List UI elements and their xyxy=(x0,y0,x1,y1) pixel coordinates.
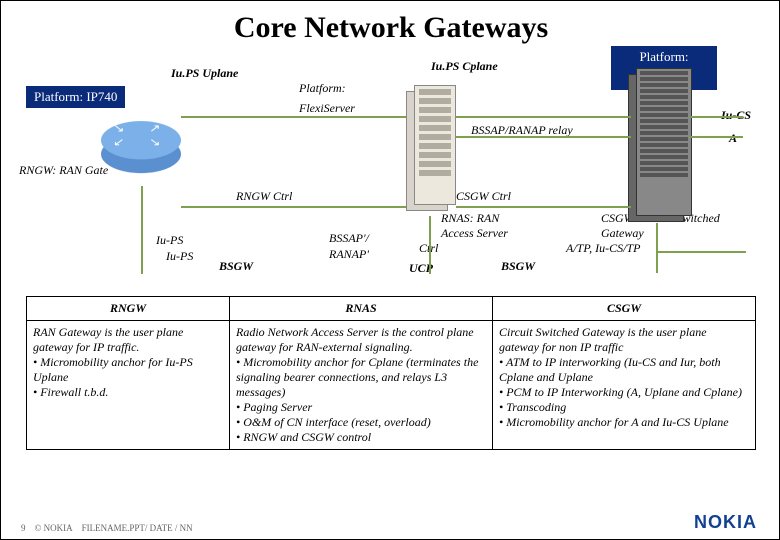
connector xyxy=(456,206,631,208)
connector xyxy=(656,223,658,273)
th-rnas: RNAS xyxy=(230,297,493,321)
iu-ps-cplane-label: Iu.PS Cplane xyxy=(431,59,498,74)
ipa2800-rack-icon xyxy=(628,74,690,222)
bsgw-2: BSGW xyxy=(501,259,535,274)
connector xyxy=(429,216,431,274)
csgw-ctrl-label: CSGW Ctrl xyxy=(456,189,511,204)
iu-ps-2: Iu-PS xyxy=(166,249,193,264)
gateway-table: RNGW RNAS CSGW RAN Gateway is the user p… xyxy=(26,296,756,450)
th-rngw: RNGW xyxy=(27,297,230,321)
connector xyxy=(181,206,406,208)
th-csgw: CSGW xyxy=(493,297,756,321)
flexiserver-icon xyxy=(406,91,454,211)
connector xyxy=(141,186,143,274)
footer: 9 © NOKIA FILENAME.PPT/ DATE / NN xyxy=(21,523,193,533)
page-title: Core Network Gateways xyxy=(1,11,780,45)
rnas-label: RNAS: RAN Access Server xyxy=(441,211,531,241)
a-label: A xyxy=(729,131,737,146)
iu-ps-uplane-label: Iu.PS Uplane xyxy=(171,66,238,81)
platform-ip740-box: Platform: IP740 xyxy=(26,86,125,108)
flexiserver-label: FlexiServer xyxy=(299,101,355,116)
iu-ps-1: Iu-PS xyxy=(156,233,183,248)
connector xyxy=(691,136,743,138)
cell-csgw: Circuit Switched Gateway is the user pla… xyxy=(493,321,756,450)
connector xyxy=(691,116,743,118)
ranap-prime: RANAP' xyxy=(329,247,369,262)
router-icon: ↘ ↗ ↙ ↘ xyxy=(101,135,181,173)
connector xyxy=(181,116,406,118)
bssap-prime: BSSAP'/ xyxy=(329,231,369,246)
bsgw-1: BSGW xyxy=(219,259,253,274)
platform-mid-label: Platform: xyxy=(299,81,346,96)
rngw-ctrl-label: RNGW Ctrl xyxy=(236,189,292,204)
rngw-ran-gate-label: RNGW: RAN Gate xyxy=(19,163,108,178)
atp-label: A/TP, Iu-CS/TP xyxy=(566,241,640,256)
platform-right-label: Platform: xyxy=(611,46,717,68)
connector xyxy=(656,251,746,253)
cell-rnas: Radio Network Access Server is the contr… xyxy=(230,321,493,450)
nokia-logo: NOKIA xyxy=(694,512,757,533)
connector xyxy=(456,116,631,118)
connector xyxy=(456,136,631,138)
cell-rngw: RAN Gateway is the user plane gateway fo… xyxy=(27,321,230,450)
